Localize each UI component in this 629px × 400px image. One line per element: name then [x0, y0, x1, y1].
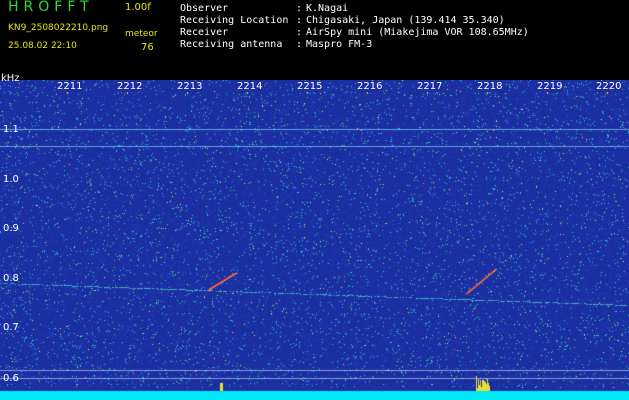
y-tick-label: 1.1 — [3, 124, 19, 135]
info-sep: : — [296, 3, 303, 14]
spectrogram-canvas — [0, 80, 629, 400]
info-label-location: Receiving Location — [180, 15, 289, 26]
version-label: 1.00f — [125, 2, 151, 13]
info-value-receiver: AirSpy mini (Miakejima VOR 108.65MHz) — [306, 27, 529, 38]
y-tick-label: 1.0 — [3, 174, 19, 185]
x-tick-label: 2218 — [476, 81, 504, 92]
info-value-observer: K.Nagai — [306, 3, 349, 14]
info-sep: : — [296, 27, 303, 38]
x-tick-label: 2216 — [356, 81, 384, 92]
x-tick-label: 2220 — [595, 81, 623, 92]
info-label-antenna: Receiving antenna — [180, 39, 283, 50]
info-value-location: Chigasaki, Japan (139.414 35.340) — [306, 15, 505, 26]
info-value-antenna: Maspro FM-3 — [306, 39, 373, 50]
x-tick-label: 2211 — [56, 81, 84, 92]
meteor-count-label: meteor — [125, 29, 158, 39]
x-tick-label: 2214 — [236, 81, 264, 92]
header-panel: HROFFT 1.00f KN9_2508022210.png meteor 7… — [0, 0, 629, 80]
x-tick-label: 2212 — [116, 81, 144, 92]
y-tick-label: 0.6 — [3, 373, 19, 384]
info-label-observer: Observer — [180, 3, 229, 14]
y-tick-label: 0.9 — [3, 223, 19, 234]
y-tick-label: 0.8 — [3, 273, 19, 284]
x-tick-label: 2217 — [416, 81, 444, 92]
app-title: HROFFT — [8, 0, 94, 15]
x-tick-label: 2215 — [296, 81, 324, 92]
datetime-label: 25.08.02 22:10 — [8, 41, 77, 51]
info-label-receiver: Receiver — [180, 27, 229, 38]
y-tick-label: 0.7 — [3, 322, 19, 333]
x-tick-label: 2213 — [176, 81, 204, 92]
filename-label: KN9_2508022210.png — [8, 23, 109, 33]
info-sep: : — [296, 15, 303, 26]
meteor-count-value: 76 — [141, 42, 154, 53]
x-tick-label: 2219 — [536, 81, 564, 92]
info-sep: : — [296, 39, 303, 50]
y-axis-unit: kHz — [1, 73, 20, 84]
